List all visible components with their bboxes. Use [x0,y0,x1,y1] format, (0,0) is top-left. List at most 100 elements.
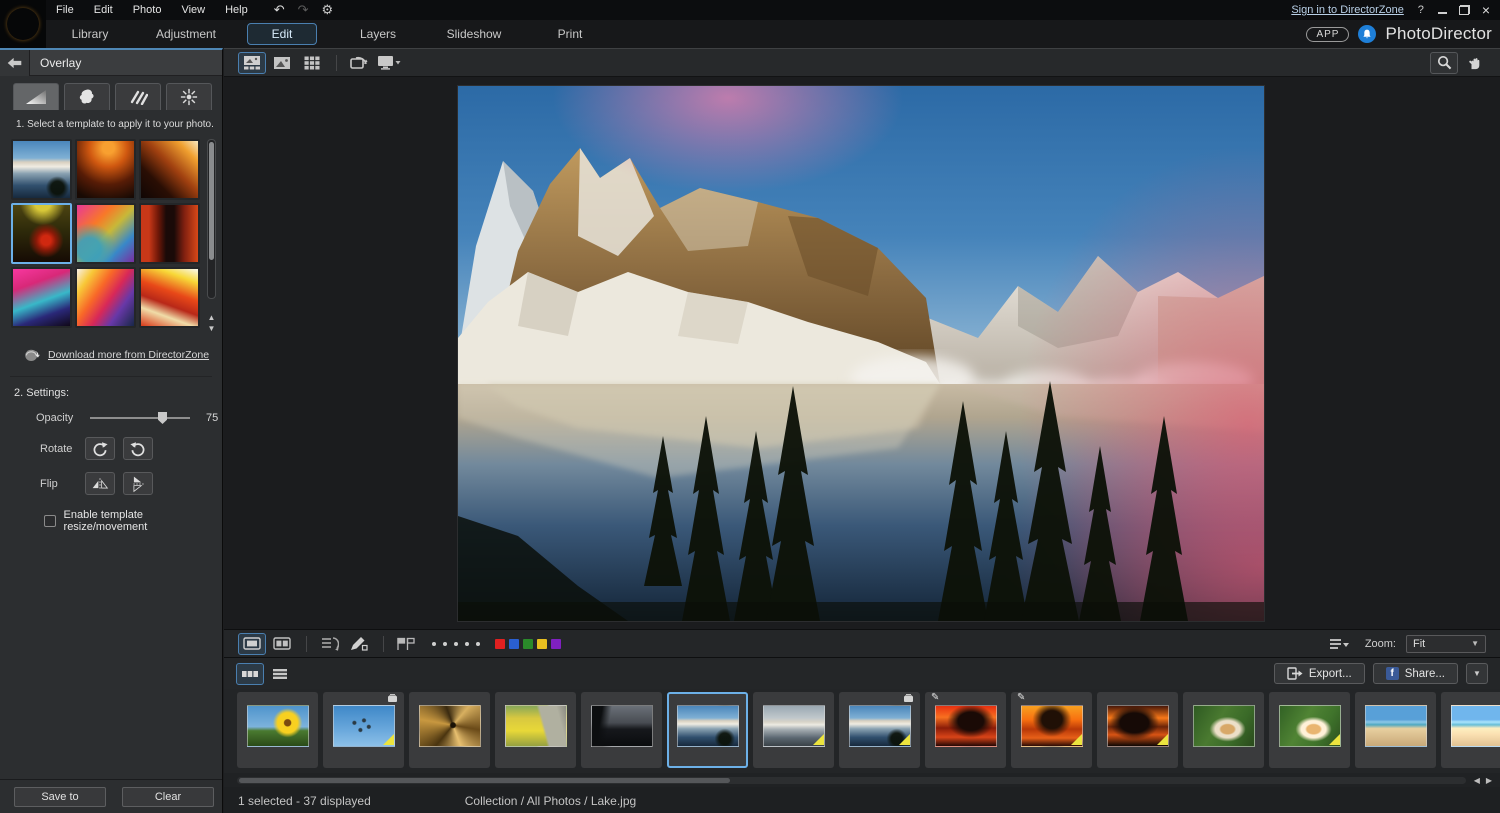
history-stack-button[interactable] [315,633,343,655]
template-magenta-cyan[interactable] [11,267,72,328]
slider-track [90,417,190,419]
pan-hand-tool-button[interactable] [1460,52,1488,74]
flag-picks-button[interactable] [392,633,420,655]
template-rainbow-mix[interactable] [75,203,136,264]
clear-button[interactable]: Clear [122,787,214,807]
secondary-monitor-button[interactable] [375,52,403,74]
resize-checkbox[interactable] [44,515,56,527]
scrollbar-track[interactable] [207,139,216,299]
download-directorzone-link[interactable]: Download more from DirectorZone [48,349,209,361]
template-amber-diagonal[interactable] [139,139,200,200]
scroll-up-icon[interactable]: ▲ [205,313,218,322]
share-button[interactable]: f Share... [1373,663,1458,684]
scroll-right-icon[interactable]: ▶ [1486,776,1492,785]
template-red-bands[interactable] [139,203,200,264]
compare-view-button[interactable] [268,633,296,655]
thumbnail-sunsetorange[interactable]: ✎ [1011,692,1092,768]
undo-icon[interactable]: ↶ [274,2,285,18]
single-view-button[interactable] [238,633,266,655]
rating-dot-icon[interactable] [476,642,480,646]
thumbnail-sunsetdark[interactable] [1097,692,1178,768]
help-icon[interactable]: ? [1416,4,1426,16]
label-blue-icon[interactable] [509,639,519,649]
menu-view[interactable]: View [181,4,205,16]
swap-orientation-button[interactable] [345,52,373,74]
template-orange-glow[interactable] [75,139,136,200]
tab-print[interactable]: Print [522,22,618,46]
label-red-icon[interactable] [495,639,505,649]
save-to-button[interactable]: Save to [14,787,106,807]
signin-directorzone-link[interactable]: Sign in to DirectorZone [1291,4,1404,16]
label-yellow-icon[interactable] [537,639,547,649]
label-green-icon[interactable] [523,639,533,649]
thumbnail-lake[interactable] [667,692,748,768]
scroll-down-icon[interactable]: ▼ [205,324,218,333]
label-purple-icon[interactable] [551,639,561,649]
sort-list-button[interactable] [1325,633,1353,655]
menu-edit[interactable]: Edit [94,4,113,16]
hscroll-track[interactable] [237,777,1466,784]
slider-thumb[interactable] [158,412,167,424]
photo-lake-preview [458,86,1264,621]
back-arrow-icon[interactable] [0,50,30,76]
restore-icon[interactable] [1459,5,1470,15]
flip-vertical-button[interactable] [123,472,153,495]
viewer-and-browser-mode-button[interactable] [238,52,266,74]
tab-lightleak-overlay[interactable] [166,83,212,110]
viewer-only-mode-button[interactable] [268,52,296,74]
tab-grunge-overlay[interactable] [64,83,110,110]
minimize-icon[interactable] [1438,6,1447,14]
settings-gear-icon[interactable]: ⚙ [322,2,334,18]
rotate-clockwise-button[interactable] [85,437,115,460]
zoom-dropdown[interactable]: Fit ▼ [1406,635,1486,653]
flip-horizontal-button[interactable] [85,472,115,495]
redo-icon[interactable]: ↷ [298,2,309,18]
rating-dot-icon[interactable] [465,642,469,646]
thumbnail-sunflower[interactable] [237,692,318,768]
menu-file[interactable]: File [56,4,74,16]
thumbnail-lakefaded[interactable] [753,692,834,768]
template-white-red-streak[interactable] [139,267,200,328]
thumbnail-spiral[interactable] [409,692,490,768]
tab-scratch-overlay[interactable] [115,83,161,110]
close-icon[interactable]: × [1482,5,1490,15]
rating-dot-icon[interactable] [443,642,447,646]
template-rainbow-blur[interactable] [75,267,136,328]
opacity-slider[interactable] [90,411,190,425]
browser-only-mode-button[interactable] [298,52,326,74]
thumbnail-beach2[interactable] [1441,692,1500,768]
rating-dot-icon[interactable] [432,642,436,646]
scroll-left-icon[interactable]: ◀ [1474,776,1480,785]
zoom-tool-button[interactable] [1430,52,1458,74]
template-green-red-leak[interactable] [11,203,72,264]
filmstrip-mode-button[interactable] [236,663,264,685]
template-original-photo[interactable] [11,139,72,200]
share-dropdown-button[interactable]: ▼ [1466,663,1488,684]
scrollbar-thumb[interactable] [209,142,214,260]
rotate-counterclockwise-button[interactable] [123,437,153,460]
menu-help[interactable]: Help [225,4,248,16]
thumbnail-cat1[interactable] [1183,692,1264,768]
tab-layers[interactable]: Layers [330,22,426,46]
thumbnail-birds[interactable] [323,692,404,768]
list-mode-button[interactable] [266,663,294,685]
photo-thumbnail-image [1451,705,1500,747]
export-button[interactable]: Export... [1274,663,1365,684]
rotate-row: Rotate [0,437,222,460]
thumbnail-bicycle[interactable] [495,692,576,768]
tab-library[interactable]: Library [42,22,138,46]
hscroll-thumb[interactable] [239,778,730,783]
thumbnail-lake2[interactable] [839,692,920,768]
tab-gradient-overlay[interactable] [13,83,59,110]
menu-photo[interactable]: Photo [133,4,162,16]
rating-dot-icon[interactable] [454,642,458,646]
thumbnail-church[interactable] [581,692,662,768]
thumbnail-sunsetred[interactable]: ✎ [925,692,1006,768]
tab-edit[interactable]: Edit [234,22,330,46]
tab-slideshow[interactable]: Slideshow [426,22,522,46]
thumbnail-cat2[interactable] [1269,692,1350,768]
thumbnail-beach1[interactable] [1355,692,1436,768]
edit-pen-button[interactable] [345,633,373,655]
notification-bell-icon[interactable] [1358,25,1376,43]
tab-adjustment[interactable]: Adjustment [138,22,234,46]
